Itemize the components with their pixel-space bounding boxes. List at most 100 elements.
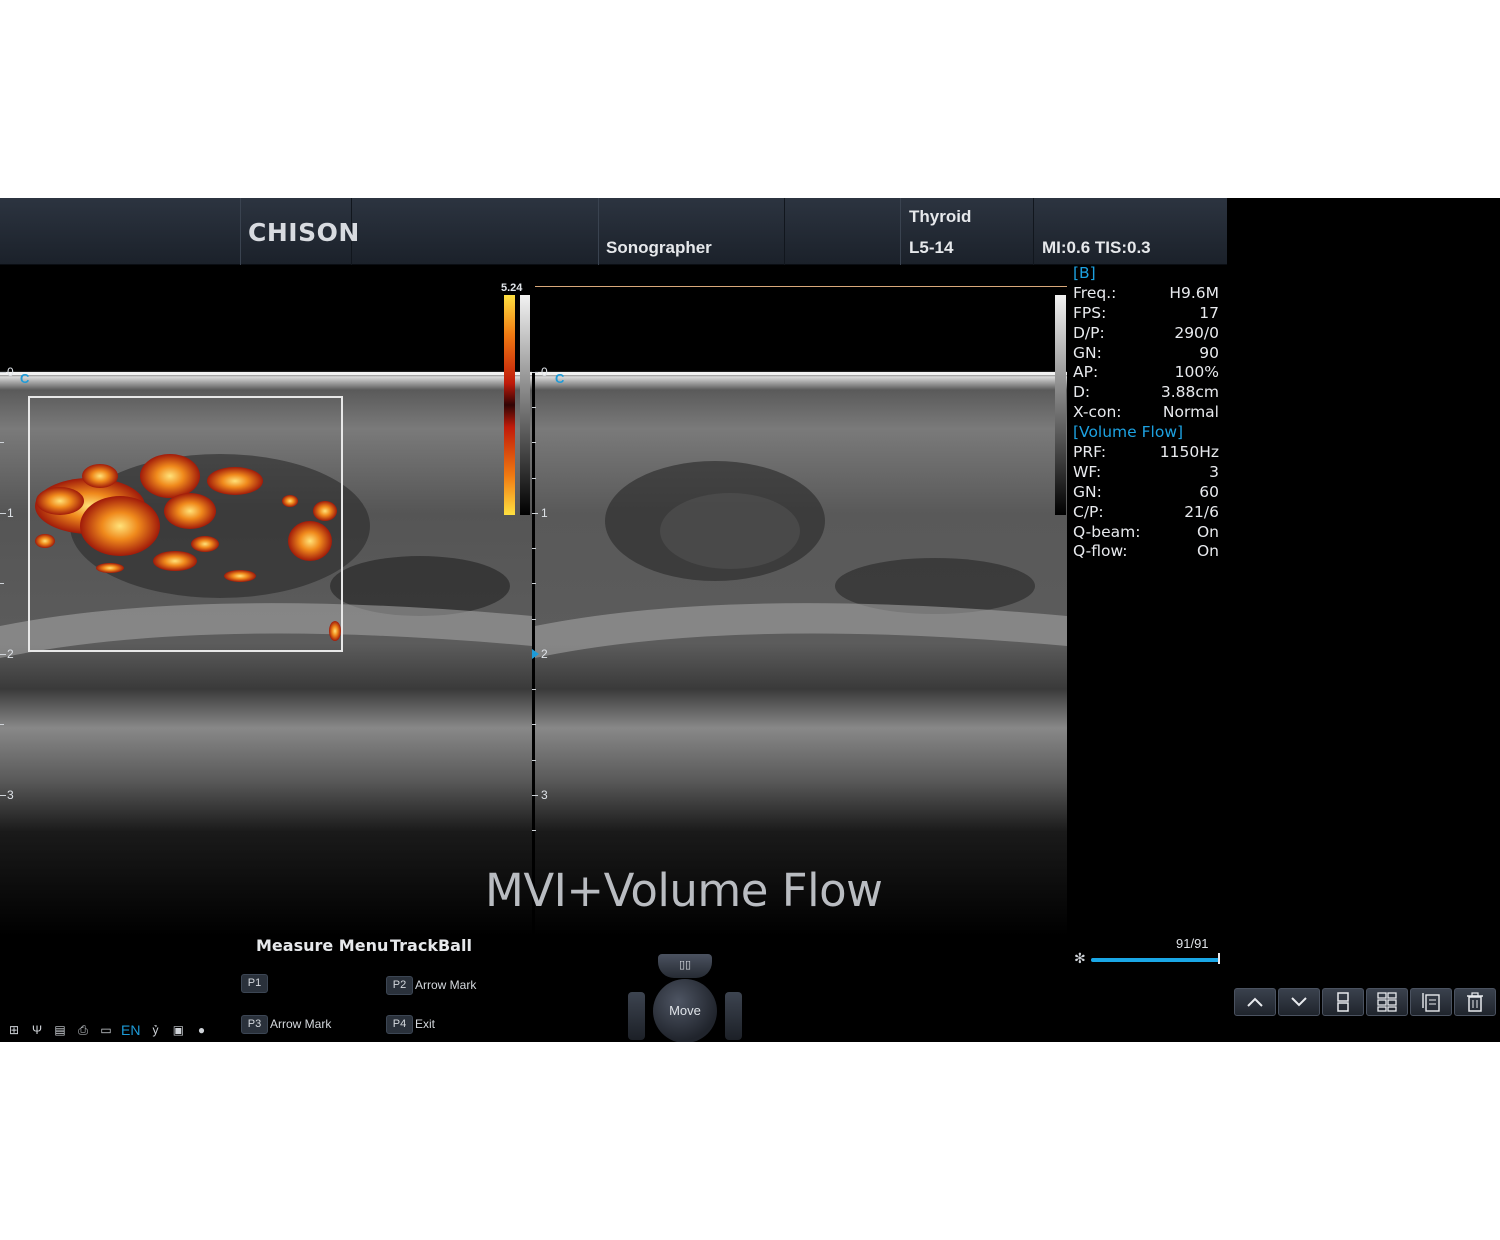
operator-label: Sonographer [606,238,712,257]
depth-label-2-right: 2 [541,647,548,661]
depth-label-3-right: 3 [541,788,548,802]
cine-marker-icon: ✻ [1074,950,1086,966]
volume-flow-section-title: [Volume Flow] [1073,423,1184,442]
volume-flow-param-row: Q-beam: On [1073,523,1219,543]
b-mode-param-row: Freq.: H9.6M [1073,284,1219,304]
trackball-top-key[interactable]: ▯▯ [658,954,712,978]
volume-flow-param-value: 1150Hz [1159,443,1219,462]
page-up-button[interactable] [1234,988,1276,1016]
b-mode-param-value: H9.6M [1169,283,1219,302]
parameter-panel: [B] Freq.: H9.6M FPS: 17 D/P: 290/0 GN: 90 AP: 10… [1073,264,1219,562]
mode-title-overlay: MVI+Volume Flow [485,864,883,917]
status-bar: ⊞ Ψ ▤ ⎙ ▭ EN ỷ ▣ ● [6,1022,209,1038]
p4-key[interactable]: P4 [386,1015,413,1034]
right-image-pane[interactable]: C [535,286,1067,936]
b-mode-param-value: 17 [1199,303,1219,322]
safety-indices: MI:0.6 TIS:0.3 [1042,238,1151,257]
delete-button[interactable] [1454,988,1496,1016]
monitor-icon: ▭ [100,1023,112,1037]
volume-flow-param-row: GN: 60 [1073,483,1219,503]
quad-layout-icon [1377,992,1397,1012]
b-mode-param-row: FPS: 17 [1073,304,1219,324]
volume-flow-param-row: PRF: 1150Hz [1073,443,1219,463]
cine-progress-bar[interactable] [1091,958,1220,962]
b-mode-param-row: GN: 90 [1073,344,1219,364]
b-mode-param-value: 100% [1174,363,1219,382]
b-mode-param-key: GN: [1073,343,1102,362]
right-ultrasound-image [535,286,1067,936]
storage-icon: ▤ [54,1023,66,1037]
volume-flow-param-key: Q-flow: [1073,542,1128,561]
volume-flow-param-row: WF: 3 [1073,463,1219,483]
gray-map-bar-right [1055,295,1066,515]
page-down-button[interactable] [1278,988,1320,1016]
ultrasound-screen: CHISON Sonographer Thyroid L5-14 MI:0.6 … [0,198,1500,1042]
probe-name[interactable]: L5-14 [909,238,953,258]
colorbar-max-label: 5.24 [501,282,523,294]
volume-flow-param-key: C/P: [1073,502,1104,521]
b-mode-param-row: AP: 100% [1073,363,1219,383]
volume-flow-param-value: On [1196,522,1219,541]
report-button[interactable] [1410,988,1452,1016]
trash-icon [1467,992,1483,1012]
chevron-up-icon [1247,997,1263,1007]
volume-flow-param-value: On [1196,542,1219,561]
volume-flow-param-row: C/P: 21/6 [1073,503,1219,523]
measure-menu-heading[interactable]: Measure Menu [256,936,388,955]
quad-layout-button[interactable] [1366,988,1408,1016]
trackball-heading[interactable]: TrackBall [390,936,472,955]
network-icon: ⊞ [8,1023,20,1037]
b-mode-param-key: Freq.: [1073,283,1117,302]
volume-flow-param-value: 21/6 [1184,502,1219,521]
b-mode-param-key: D: [1073,383,1091,402]
b-mode-param-value: Normal [1162,403,1219,422]
b-mode-param-row: D: 3.88cm [1073,383,1219,403]
volume-flow-param-value: 3 [1209,462,1219,481]
volume-flow-param-key: WF: [1073,462,1102,481]
depth-label-1: 1 [7,506,14,520]
focus-marker-left: C [20,371,30,386]
b-mode-param-key: AP: [1073,363,1099,382]
trackball-left-key[interactable] [628,992,645,1040]
volume-flow-param-key: PRF: [1073,443,1107,462]
exam-preset[interactable]: Thyroid [909,207,971,227]
b-mode-param-value: 290/0 [1174,323,1219,342]
depth-label-1-right: 1 [541,506,548,520]
focus-arrow [532,649,539,659]
image-toolbar [1234,988,1496,1016]
trackball-right-key[interactable] [725,992,742,1040]
printer-icon: ⎙ [78,1023,88,1037]
trackball[interactable]: Move [653,979,717,1042]
left-ultrasound-image [0,286,532,936]
dual-layout-icon [1337,992,1349,1012]
p2-key[interactable]: P2 [386,976,413,995]
b-mode-param-row: D/P: 290/0 [1073,324,1219,344]
p3-label: Arrow Mark [270,1017,332,1031]
dual-layout-button[interactable] [1322,988,1364,1016]
depth-label-0-right: 0 [541,365,548,379]
left-image-pane[interactable]: C [0,286,532,936]
b-mode-param-row: X-con: Normal [1073,403,1219,423]
depth-label-3: 3 [7,788,14,802]
volume-flow-param-key: Q-beam: [1073,522,1141,541]
b-mode-param-key: FPS: [1073,303,1107,322]
volume-flow-param-row: Q-flow: On [1073,542,1219,562]
p4-label: Exit [415,1017,436,1031]
probe-icon: ỷ [152,1023,159,1037]
chevron-down-icon [1291,997,1307,1007]
depth-label-2: 2 [7,647,14,661]
dual-layout-icon: ▯▯ [678,959,692,971]
p2-label: Arrow Mark [415,978,477,992]
b-mode-section-title: [B] [1073,264,1096,282]
cine-progress-fill [1091,958,1220,962]
b-mode-param-key: X-con: [1073,403,1122,422]
cine-frame-counter: 91/91 [1176,936,1209,951]
p1-key[interactable]: P1 [241,974,268,993]
p3-key[interactable]: P3 [241,1015,268,1034]
language-indicator[interactable]: EN [121,1022,140,1038]
usb-icon: Ψ [31,1023,43,1037]
volume-flow-param-value: 60 [1199,482,1219,501]
cine-end-marker [1218,953,1220,964]
volume-flow-param-key: GN: [1073,482,1102,501]
header-bar: CHISON Sonographer Thyroid L5-14 MI:0.6 … [0,198,1227,265]
